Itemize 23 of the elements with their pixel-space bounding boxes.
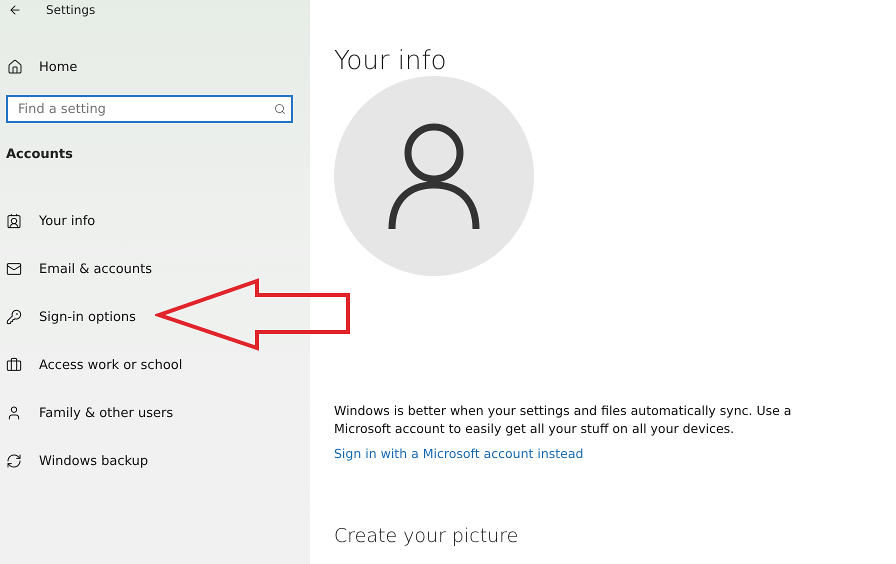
sidebar-item[interactable]: Family & other users: [0, 389, 310, 437]
page-title: Your info: [334, 46, 448, 78]
sidebar-item[interactable]: Windows backup: [0, 437, 310, 485]
sync-description: Windows is better when your settings and files automatically sync. Use a Microsoft account to easily get all your stuff on all your devices.: [334, 402, 792, 438]
envelope-icon: [6, 261, 22, 277]
search-field[interactable]: Find a setting: [6, 95, 293, 123]
home-icon: [7, 59, 23, 75]
sidebar-item[interactable]: Sign-in options: [0, 293, 310, 341]
search-icon[interactable]: [274, 103, 286, 115]
sign-in-link[interactable]: Sign in with a Microsoft account instead: [334, 446, 896, 461]
sidebar-item[interactable]: Email & accounts: [0, 245, 310, 293]
section-heading: Accounts: [5, 147, 74, 164]
briefcase-icon: [6, 357, 22, 373]
home-link[interactable]: Home: [0, 56, 310, 78]
key-icon: [6, 309, 22, 325]
section-heading: Create your picture: [334, 525, 520, 547]
person-icon: [6, 405, 22, 421]
back-icon[interactable]: [8, 3, 22, 17]
window-title: Settings: [46, 3, 96, 17]
contact-card-icon: [6, 213, 22, 229]
sidebar-item[interactable]: Access work or school: [0, 341, 310, 389]
sync-icon: [6, 453, 22, 469]
sidebar-item[interactable]: Your info: [0, 197, 310, 245]
